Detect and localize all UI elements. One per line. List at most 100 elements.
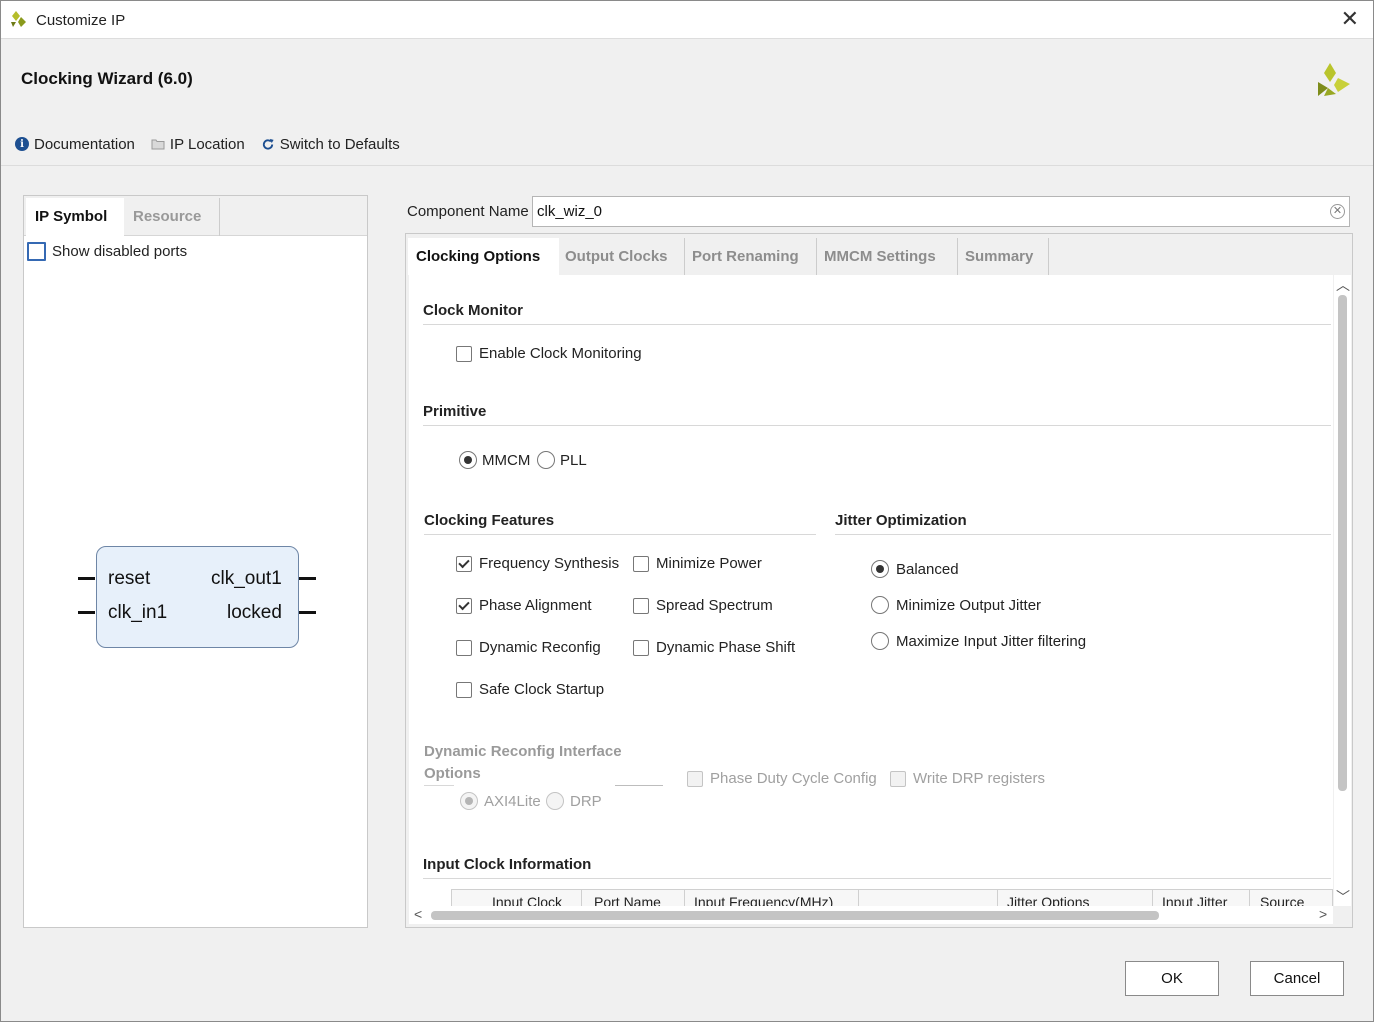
drp-row: DRP [546,792,602,810]
column-separator [1152,890,1153,906]
column-input-jitter[interactable]: Input Jitter [1162,894,1227,906]
wizard-header: Clocking Wizard (6.0) i Documentation IP… [1,40,1373,166]
ip-location-button[interactable]: IP Location [151,136,245,153]
primitive-pll-row[interactable]: PLL [537,451,587,469]
horizontal-scroll-thumb[interactable] [431,911,1159,920]
clk-in1-port-line [78,611,95,614]
vertical-scrollbar[interactable]: ︿ ﹀ [1334,275,1351,906]
enable-clock-monitoring-checkbox[interactable] [456,345,472,362]
minimize-power-row[interactable]: Minimize Power [633,555,762,572]
vertical-scroll-thumb[interactable] [1338,295,1347,791]
dynamic-reconfig-interface-title-options: Options [424,765,481,782]
phase-duty-cycle-checkbox [687,770,703,787]
tab-clocking-options[interactable]: Clocking Options [408,238,559,275]
dynamic-phase-shift-checkbox[interactable] [633,639,649,656]
switch-to-defaults-button[interactable]: Switch to Defaults [261,136,400,153]
ip-location-label: IP Location [169,135,245,153]
drp-radio [546,792,564,810]
tab-mmcm-settings[interactable]: MMCM Settings [818,238,958,275]
column-input-clock[interactable]: Input Clock [492,894,562,906]
mmcm-label: MMCM [482,451,531,469]
tab-output-clocks[interactable]: Output Clocks [559,238,685,275]
safe-clock-startup-label: Safe Clock Startup [479,681,605,698]
column-input-frequency[interactable]: Input Frequency(MHz) [694,894,833,906]
frequency-synthesis-row[interactable]: Frequency Synthesis [456,555,619,572]
close-icon[interactable]: ✕ [1341,7,1359,31]
divider [423,878,1331,879]
minimize-output-jitter-radio[interactable] [871,596,889,614]
scroll-left-icon[interactable]: < [414,906,422,922]
column-separator [858,890,859,906]
column-source[interactable]: Source [1260,894,1304,906]
jitter-optimization-title: Jitter Optimization [835,512,967,529]
balanced-radio[interactable] [871,560,889,578]
write-drp-registers-row: Write DRP registers [890,770,1045,787]
dynamic-reconfig-row[interactable]: Dynamic Reconfig [456,639,601,656]
balanced-label: Balanced [896,560,959,578]
primitive-mmcm-row[interactable]: MMCM [459,451,530,469]
folder-icon [151,137,165,151]
column-jitter-options[interactable]: Jitter Options [1007,894,1089,906]
mmcm-radio[interactable] [459,451,477,469]
minimize-output-jitter-label: Minimize Output Jitter [896,596,1042,614]
phase-alignment-label: Phase Alignment [479,597,592,614]
show-disabled-ports-row[interactable]: Show disabled ports [27,242,187,261]
frequency-synthesis-checkbox[interactable] [456,555,472,572]
column-separator [1249,890,1250,906]
component-name-label: Component Name [407,203,529,220]
divider [423,324,1331,325]
ip-symbol-block [96,546,299,648]
write-drp-registers-checkbox [890,770,906,787]
dynamic-reconfig-checkbox[interactable] [456,639,472,656]
ok-button[interactable]: OK [1125,961,1219,996]
input-clock-table-header: Input Clock Port Name Input Frequency(MH… [451,889,1333,906]
jitter-balanced-row[interactable]: Balanced [871,560,959,578]
horizontal-scrollbar[interactable]: < > [409,906,1333,924]
tab-port-renaming[interactable]: Port Renaming [686,238,817,275]
column-separator [997,890,998,906]
write-drp-registers-label: Write DRP registers [913,770,1045,787]
jitter-minimize-output-row[interactable]: Minimize Output Jitter [871,596,1041,614]
left-tab-bar: IP Symbol Resource [24,196,367,236]
documentation-button[interactable]: i Documentation [15,136,135,153]
cancel-button[interactable]: Cancel [1250,961,1344,996]
safe-clock-startup-row[interactable]: Safe Clock Startup [456,681,604,698]
scroll-up-icon[interactable]: ︿ [1336,275,1350,295]
show-disabled-ports-label: Show disabled ports [52,243,188,260]
spread-spectrum-row[interactable]: Spread Spectrum [633,597,773,614]
jitter-maximize-input-row[interactable]: Maximize Input Jitter filtering [871,632,1086,650]
phase-duty-cycle-row: Phase Duty Cycle Config [687,770,877,787]
minimize-power-checkbox[interactable] [633,555,649,572]
axi4lite-radio [460,792,478,810]
tab-resource[interactable]: Resource [124,198,220,236]
safe-clock-startup-checkbox[interactable] [456,681,472,698]
spread-spectrum-checkbox[interactable] [633,597,649,614]
show-disabled-ports-checkbox[interactable] [27,242,46,261]
phase-alignment-checkbox[interactable] [456,597,472,614]
component-name-input[interactable]: clk_wiz_0 ✕ [532,196,1350,227]
divider [615,785,663,786]
pll-radio[interactable] [537,451,555,469]
phase-alignment-row[interactable]: Phase Alignment [456,597,592,614]
column-separator [684,890,685,906]
vivado-logo-icon [11,11,26,27]
dynamic-phase-shift-row[interactable]: Dynamic Phase Shift [633,639,795,656]
primitive-title: Primitive [423,403,487,420]
port-reset: reset [108,568,151,589]
customize-ip-window: Customize IP ✕ Clocking Wizard (6.0) i D… [0,0,1374,1022]
dynamic-reconfig-interface-title: Dynamic Reconfig Interface [424,743,622,760]
maximize-input-jitter-radio[interactable] [871,632,889,650]
window-title: Customize IP [36,12,126,29]
tab-summary[interactable]: Summary [959,238,1049,275]
divider [424,534,816,535]
clear-input-icon[interactable]: ✕ [1330,204,1345,219]
title-bar: Customize IP ✕ [1,1,1373,39]
tab-ip-symbol[interactable]: IP Symbol [26,198,124,236]
ip-symbol: reset clk_in1 clk_out1 locked [74,546,316,648]
documentation-label: Documentation [34,135,135,153]
scroll-right-icon[interactable]: > [1319,906,1327,922]
column-port-name[interactable]: Port Name [594,894,661,906]
enable-clock-monitoring-row[interactable]: Enable Clock Monitoring [456,345,642,362]
locked-port-line [299,611,316,614]
scroll-down-icon[interactable]: ﹀ [1336,887,1350,907]
